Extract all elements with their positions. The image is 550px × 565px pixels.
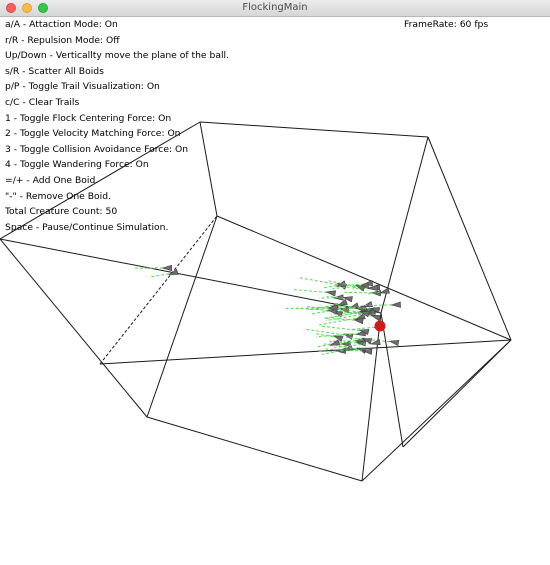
help-line: a/A - Attaction Mode: On xyxy=(5,19,118,30)
boid-trail xyxy=(285,307,334,309)
help-line: "-" - Remove One Boid. xyxy=(5,190,111,202)
help-line: r/R - Repulsion Mode: Off xyxy=(5,34,120,46)
attractor-ball xyxy=(374,320,386,332)
help-line: 1 - Toggle Flock Centering Force: On xyxy=(5,112,172,124)
box-edge xyxy=(146,416,363,482)
controls-help-overlay: a/A - Attaction Mode: On r/R - Repulsion… xyxy=(5,17,229,235)
boid-trail xyxy=(293,289,332,294)
framerate-readout: FrameRate: 60 fps xyxy=(404,19,489,30)
box-edge xyxy=(199,121,429,138)
boid xyxy=(352,317,364,325)
box-edge xyxy=(361,312,382,482)
boid xyxy=(379,287,390,294)
box-edge xyxy=(146,215,218,418)
box-edge xyxy=(380,312,404,448)
boid xyxy=(390,301,401,308)
window-title: FlockingMain xyxy=(242,2,308,13)
boid xyxy=(388,339,400,347)
box-edge xyxy=(99,215,218,365)
boid xyxy=(161,264,172,272)
help-line: 2 - Toggle Velocity Matching Force: On xyxy=(5,128,181,140)
help-line: 4 - Toggle Wandering Force: On xyxy=(5,159,149,171)
help-line: Total Creature Count: 50 xyxy=(5,206,118,218)
help-line: Space - Pause/Continue Simulation. xyxy=(5,221,169,233)
box-edge xyxy=(427,136,512,341)
boid xyxy=(325,290,337,297)
help-line: =/+ - Add One Boid. xyxy=(5,174,99,186)
app-window: FlockingMain a/A - Attaction Mode: On r/… xyxy=(0,0,550,565)
help-line: s/R - Scatter All Boids xyxy=(5,65,104,77)
boid xyxy=(370,314,382,322)
help-line: 3 - Toggle Collision Avoidance Force: On xyxy=(5,143,189,155)
help-line: Up/Down - Verticallty move the plane of … xyxy=(5,50,229,62)
box-edge xyxy=(402,339,512,448)
box-edge xyxy=(216,215,512,341)
help-line: p/P - Toggle Trail Visualization: On xyxy=(5,81,160,93)
box-edge xyxy=(380,136,429,314)
box-edge xyxy=(99,339,512,365)
boid-trail xyxy=(303,328,349,337)
title-bar[interactable]: FlockingMain xyxy=(0,0,550,17)
simulation-canvas[interactable]: a/A - Attaction Mode: On r/R - Repulsion… xyxy=(0,17,550,565)
boid-trail xyxy=(298,276,343,286)
box-edge xyxy=(0,238,148,418)
box-edge xyxy=(361,339,512,482)
help-line: c/C - Clear Trails xyxy=(5,96,80,108)
